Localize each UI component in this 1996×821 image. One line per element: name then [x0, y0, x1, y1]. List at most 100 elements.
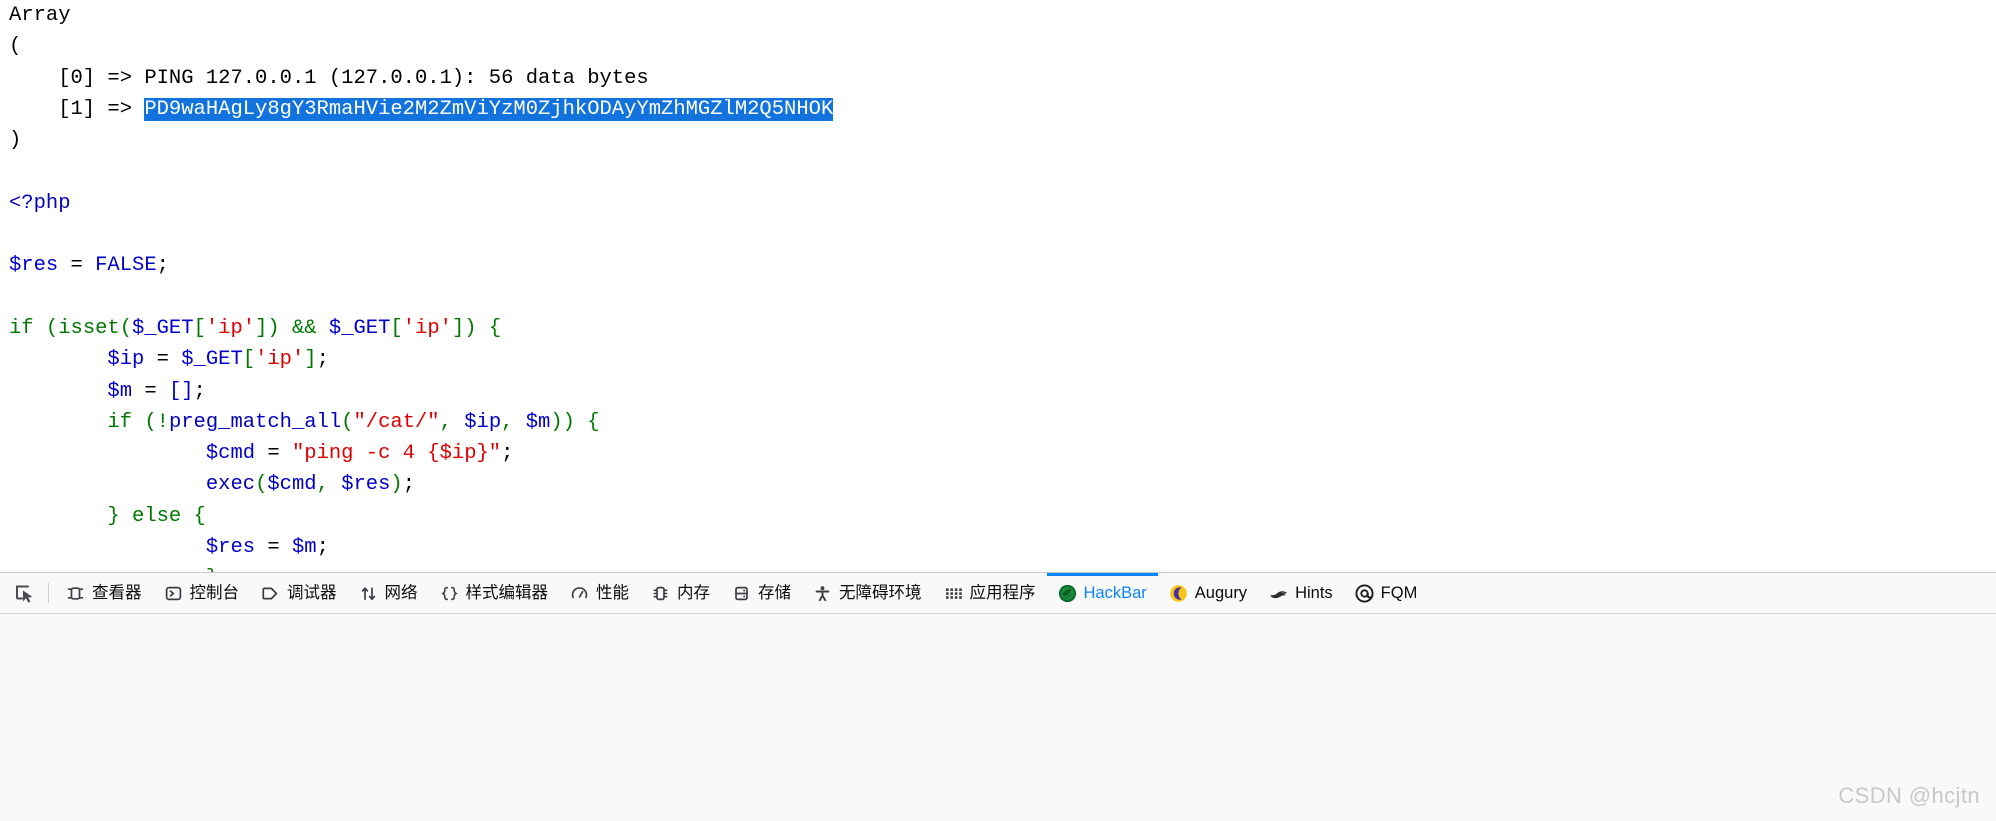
if-preg-block-open: )) { [550, 410, 600, 434]
php-line-res-m: $res = $m; [0, 532, 1996, 563]
tab-style-editor[interactable]: 样式编辑器 [429, 573, 560, 613]
string-ip-1: 'ip' [205, 316, 256, 340]
tab-hints-label: Hints [1295, 583, 1333, 602]
php-line-else: } else { [0, 501, 1996, 532]
network-arrows-icon [359, 584, 378, 603]
item-0-value: PING 127.0.0.1 (127.0.0.1): 56 data byte… [144, 66, 649, 90]
php-line-close-brace: } [0, 563, 1996, 572]
output-line-paren-open: ( [0, 31, 1996, 62]
and-operator: ) && [267, 316, 329, 340]
toolbar-divider [48, 583, 49, 603]
bracket-open-3: [ [242, 348, 256, 372]
tab-console-label: 控制台 [189, 583, 240, 602]
tab-performance-label: 性能 [596, 583, 629, 602]
tab-performance[interactable]: 性能 [559, 573, 640, 613]
string-ip-3: 'ip' [255, 348, 305, 372]
var-cmd: $cmd [205, 442, 256, 466]
arg-ip: $ip [464, 410, 502, 434]
tab-hints[interactable]: Hints [1258, 573, 1344, 613]
paren-open-text: ( [9, 35, 22, 59]
tab-augury[interactable]: Augury [1158, 573, 1258, 613]
tab-style-editor-label: 样式编辑器 [465, 583, 549, 602]
item-0-prefix: [0] => [9, 66, 145, 90]
comma-1: , [439, 410, 465, 434]
devtools-tabbar: 查看器 控制台 调试器 网络 样式编辑器 性能 内存 存储 无障碍环境 应用程序… [0, 573, 1996, 614]
screenshot-root: Array ( [0] => PING 127.0.0.1 (127.0.0.1… [0, 0, 1996, 821]
tab-application[interactable]: 应用程序 [933, 573, 1047, 613]
php-line-cmd: $cmd = "ping -c 4 {$ip}"; [0, 438, 1996, 469]
comma-2: , [501, 410, 526, 434]
csdn-watermark: CSDN @hcjtn [1838, 783, 1980, 808]
var-res-2: $res [205, 536, 256, 560]
kw-if-2: if [107, 410, 133, 434]
var-ip: $ip [107, 348, 145, 372]
arg-cmd: $cmd [267, 473, 317, 497]
tab-network[interactable]: 网络 [348, 573, 429, 613]
element-picker-icon[interactable] [6, 573, 42, 613]
php-output-pane: Array ( [0] => PING 127.0.0.1 (127.0.0.1… [0, 0, 1996, 572]
inspector-icon [66, 584, 85, 603]
tab-hackbar-label: HackBar [1083, 583, 1147, 602]
item-1-value-selected[interactable]: PD9waHAgLy8gY3RmaHVie2M2ZmViYzM0ZjhkODAy… [144, 97, 834, 121]
kw-else: } else { [107, 504, 206, 528]
tab-inspector[interactable]: 查看器 [55, 573, 153, 613]
tab-console[interactable]: 控制台 [153, 573, 251, 613]
tab-hackbar[interactable]: HackBar [1046, 573, 1159, 613]
bracket-close-3: ] [304, 348, 317, 372]
bracket-close-1: ] [255, 316, 268, 340]
arg-m: $m [525, 410, 551, 434]
tab-inspector-label: 查看器 [92, 583, 142, 602]
output-line-paren-close: ) [0, 125, 1996, 156]
php-line-res-false: $res = FALSE; [0, 250, 1996, 281]
tab-storage[interactable]: 存储 [721, 573, 802, 613]
var-m: $m [107, 379, 133, 403]
output-line-item-0: [0] => PING 127.0.0.1 (127.0.0.1): 56 da… [0, 63, 1996, 94]
indent-5 [9, 473, 206, 496]
var-res: $res [9, 254, 59, 278]
tab-accessibility[interactable]: 无障碍环境 [802, 573, 933, 613]
indent-3 [9, 411, 107, 434]
comma-3: , [316, 473, 342, 497]
arg-res: $res [341, 473, 391, 497]
tab-accessibility-label: 无障碍环境 [839, 583, 922, 602]
array-keyword: Array [9, 4, 71, 27]
tab-fqm-label: FQM [1380, 583, 1418, 602]
indent-4 [9, 442, 206, 465]
debugger-icon [261, 584, 280, 603]
semicolon-4: ; [501, 442, 514, 466]
memory-chip-icon [651, 584, 670, 603]
braces-icon [440, 584, 459, 603]
tab-debugger-label: 调试器 [287, 583, 337, 602]
superglobal-get-2: $_GET [328, 316, 391, 340]
tab-memory-label: 内存 [677, 583, 710, 602]
output-line-item-1: [1] => PD9waHAgLy8gY3RmaHVie2M2ZmViYzM0Z… [0, 94, 1996, 125]
tab-debugger[interactable]: 调试器 [250, 573, 348, 613]
tab-fqm[interactable]: FQM [1344, 573, 1429, 613]
output-line-array: Array [0, 0, 1996, 31]
grid-dots-icon [944, 584, 963, 603]
tab-memory[interactable]: 内存 [640, 573, 721, 613]
paren-open-3: ( [255, 473, 268, 497]
assign-op-1: = [58, 254, 96, 278]
superglobal-get-1: $_GET [132, 316, 194, 340]
hackbar-logo-icon [1058, 584, 1077, 603]
indent-2 [9, 380, 107, 403]
paren-open-2: ( [341, 410, 354, 434]
if-block-open: ) { [464, 316, 502, 340]
console-icon [164, 584, 183, 603]
storage-icon [732, 584, 751, 603]
php-line-if-preg: if (!preg_match_all("/cat/", $ip, $m)) { [0, 407, 1996, 438]
accessibility-person-icon [813, 584, 832, 603]
tab-storage-label: 存储 [758, 583, 791, 602]
moon-icon [1169, 584, 1188, 603]
paren-close-text: ) [9, 129, 22, 153]
tab-application-label: 应用程序 [969, 583, 1036, 602]
tab-augury-label: Augury [1194, 583, 1248, 602]
bracket-open-1: [ [193, 316, 206, 340]
bracket-close-2: ] [451, 316, 465, 340]
paren-close-3: ) [390, 473, 403, 497]
fn-preg-match-all: preg_match_all [168, 410, 342, 434]
const-false: FALSE [95, 254, 157, 278]
